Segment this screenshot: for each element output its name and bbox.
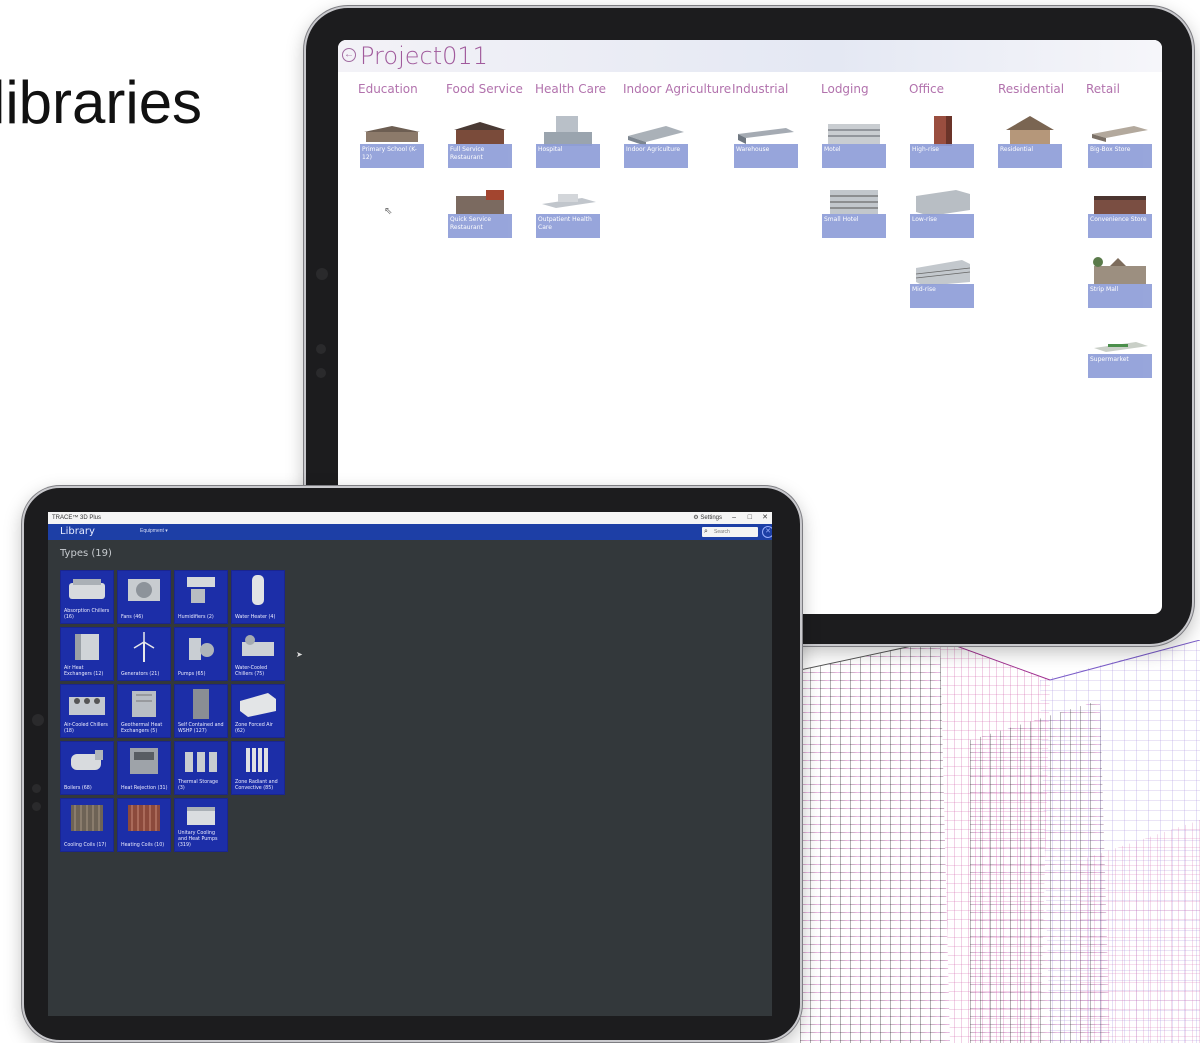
- building-tile[interactable]: Big-Box Store: [1088, 116, 1152, 168]
- category-residential: Residential: [998, 82, 1065, 96]
- building-tile[interactable]: Full Service Restaurant: [448, 116, 512, 168]
- equipment-tile[interactable]: Thermal Storage (3): [174, 741, 228, 795]
- tablet-camera-icon: [316, 268, 328, 280]
- tablet-sensor-icon: [316, 368, 326, 378]
- minimize-button[interactable]: –: [732, 512, 736, 524]
- tablet-sensor-icon: [32, 802, 41, 811]
- equipment-tile[interactable]: Self Contained and WSHP (127): [174, 684, 228, 738]
- category-education: Education: [358, 82, 418, 96]
- building-tile[interactable]: High-rise: [910, 116, 974, 168]
- close-circle-icon[interactable]: ✕: [762, 526, 772, 538]
- building-tile[interactable]: Small Hotel: [822, 186, 886, 238]
- building-tile[interactable]: Mid-rise: [910, 256, 974, 308]
- equipment-tile[interactable]: Heating Coils (10): [117, 798, 171, 852]
- project-title: Project011: [360, 42, 488, 70]
- building-tile[interactable]: Motel: [822, 116, 886, 168]
- equipment-tile[interactable]: Zone Radiant and Convective (85): [231, 741, 285, 795]
- category-office: Office: [909, 82, 945, 96]
- tablet-sensor-icon: [32, 784, 41, 793]
- category-health-care: Health Care: [535, 82, 607, 96]
- search-input[interactable]: ⌕ Search: [702, 527, 758, 537]
- building-tile[interactable]: Primary School (K-12): [360, 116, 424, 168]
- chevron-down-icon: ▾: [165, 528, 168, 534]
- equipment-dropdown[interactable]: Equipment ▾: [140, 528, 168, 534]
- tablet-camera-icon: [32, 714, 44, 726]
- building-tile[interactable]: Strip Mall: [1088, 256, 1152, 308]
- building-tile[interactable]: Residential: [998, 116, 1062, 168]
- equipment-tile[interactable]: Absorption Chillers (16): [60, 570, 114, 624]
- building-tile[interactable]: Warehouse: [734, 116, 798, 168]
- equipment-tile[interactable]: Heat Rejection (31): [117, 741, 171, 795]
- category-retail: Retail: [1086, 82, 1120, 96]
- building-tile[interactable]: Convenience Store: [1088, 186, 1152, 238]
- back-arrow-icon[interactable]: ←: [342, 48, 356, 62]
- equipment-tile[interactable]: Air-Cooled Chillers (18): [60, 684, 114, 738]
- settings-button[interactable]: ⚙ Settings: [693, 512, 722, 524]
- equipment-tile[interactable]: Water Heater (4): [231, 570, 285, 624]
- mouse-pointer-icon: ➤: [296, 650, 303, 659]
- window-titlebar: TRACE™ 3D Plus ⚙ Settings – □ ✕: [48, 512, 772, 524]
- library-screen: TRACE™ 3D Plus ⚙ Settings – □ ✕ Library …: [48, 512, 772, 1016]
- tablet-library-view: TRACE™ 3D Plus ⚙ Settings – □ ✕ Library …: [22, 486, 802, 1042]
- project-header: ← Project011: [338, 40, 1162, 72]
- equipment-tile[interactable]: Unitary Cooling and Heat Pumps (319): [174, 798, 228, 852]
- mouse-pointer-icon: ⇖: [384, 206, 393, 217]
- slide-title: libraries: [0, 69, 203, 136]
- category-food-service: Food Service: [446, 82, 523, 96]
- equipment-tile[interactable]: Fans (46): [117, 570, 171, 624]
- library-header: Library Equipment ▾ ⌕ Search ✕: [48, 524, 772, 540]
- building-tile[interactable]: Indoor Agriculture: [624, 116, 688, 168]
- equipment-tile[interactable]: Air Heat Exchangers (12): [60, 627, 114, 681]
- building-tile[interactable]: Low-rise: [910, 186, 974, 238]
- tablet-sensor-icon: [316, 344, 326, 354]
- category-industrial: Industrial: [732, 82, 789, 96]
- types-heading: Types (19): [60, 548, 112, 559]
- equipment-tile[interactable]: Geothermal Heat Exchangers (5): [117, 684, 171, 738]
- window-close-button[interactable]: ✕: [762, 512, 768, 524]
- window-title: TRACE™ 3D Plus: [52, 515, 102, 521]
- maximize-button[interactable]: □: [748, 512, 752, 524]
- library-title: Library: [60, 526, 95, 537]
- building-tile[interactable]: Supermarket: [1088, 326, 1152, 378]
- building-tile[interactable]: Outpatient Health Care: [536, 186, 600, 238]
- category-indoor-agriculture: Indoor Agriculture: [623, 82, 732, 96]
- building-wireframe-graphic: [800, 640, 1200, 1043]
- equipment-tile[interactable]: Pumps (65): [174, 627, 228, 681]
- building-tile[interactable]: Quick Service Restaurant: [448, 186, 512, 238]
- search-icon: ⌕: [704, 528, 708, 535]
- equipment-tile[interactable]: Generators (21): [117, 627, 171, 681]
- equipment-tile[interactable]: Cooling Coils (17): [60, 798, 114, 852]
- equipment-tile[interactable]: Boilers (68): [60, 741, 114, 795]
- equipment-tile[interactable]: Zone Forced Air (62): [231, 684, 285, 738]
- category-lodging: Lodging: [821, 82, 869, 96]
- building-tile[interactable]: Hospital: [536, 116, 600, 168]
- equipment-tile[interactable]: Humidifiers (2): [174, 570, 228, 624]
- equipment-tile[interactable]: Water-Cooled Chillers (75): [231, 627, 285, 681]
